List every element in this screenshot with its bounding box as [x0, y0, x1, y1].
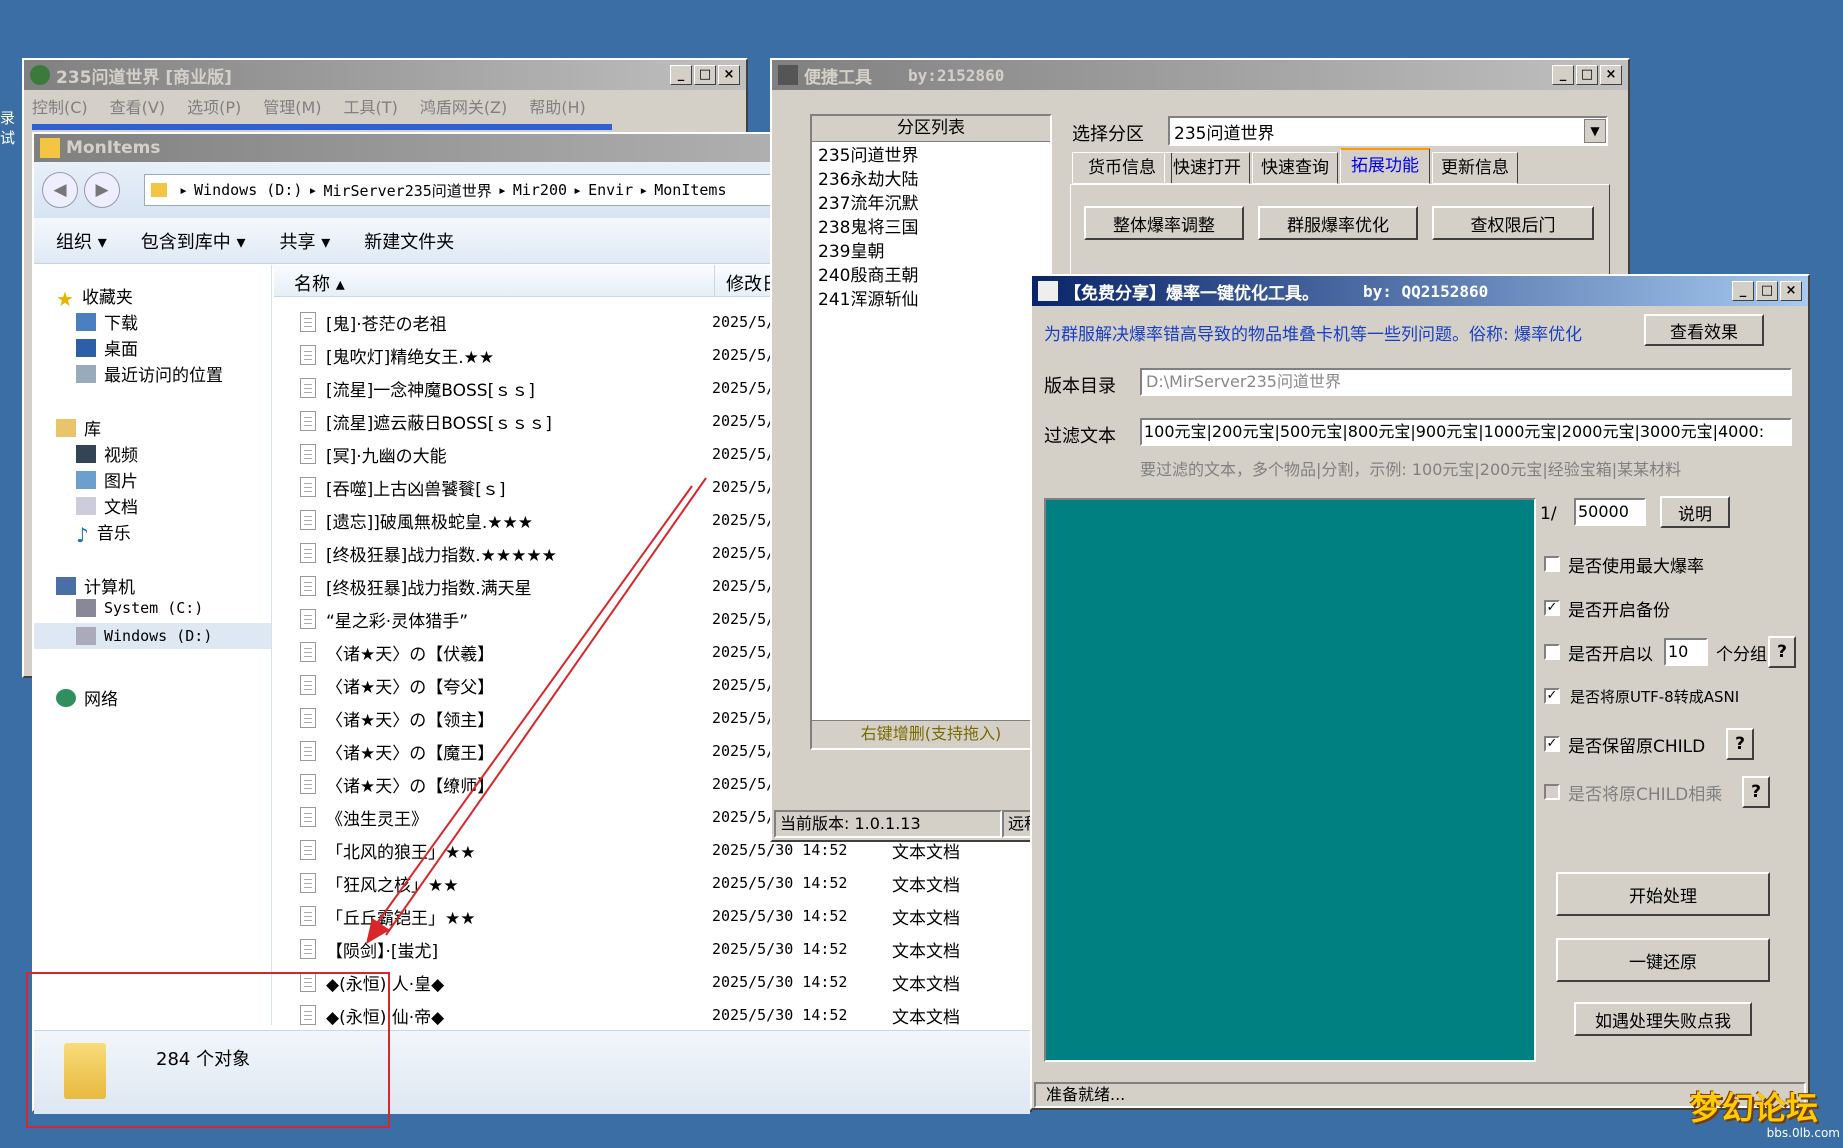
annotation-arrows	[366, 477, 707, 944]
arrow-line	[385, 477, 707, 936]
arrow-line	[371, 485, 693, 931]
watermark: 梦幻论坛 bbs.0lb.com	[1690, 1090, 1840, 1146]
watermark-logo: 梦幻论坛	[1690, 1089, 1819, 1127]
watermark-url: bbs.0lb.com	[1766, 1126, 1840, 1140]
